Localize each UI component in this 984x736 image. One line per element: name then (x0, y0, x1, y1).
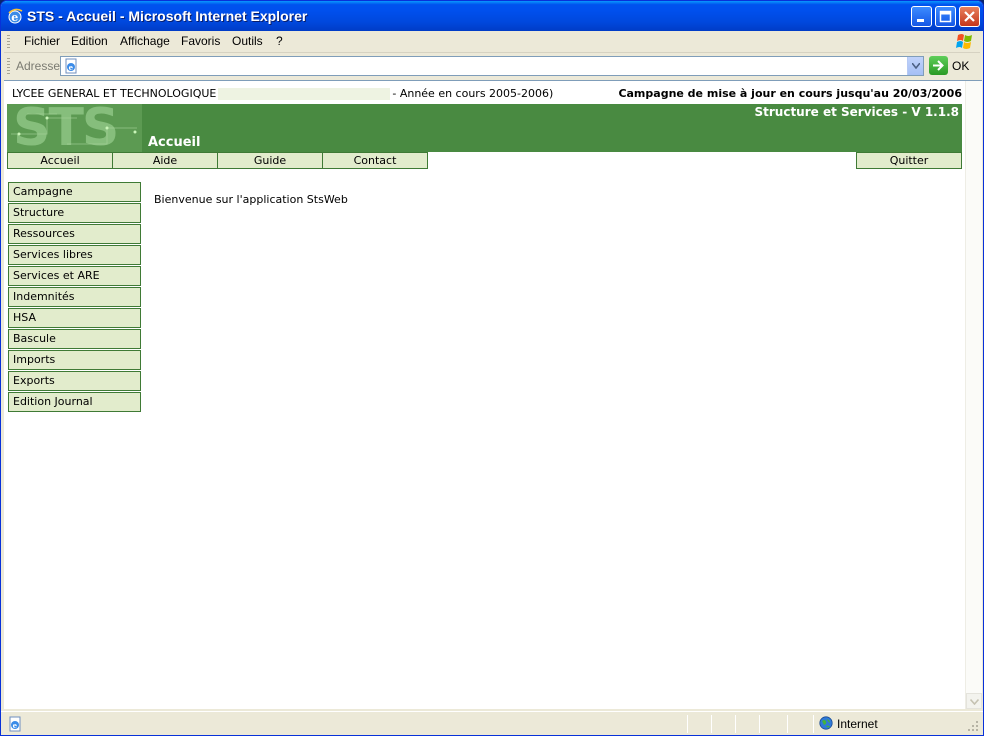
svg-text:e: e (13, 721, 18, 730)
side-menu-imports[interactable]: Imports (8, 350, 141, 370)
windows-logo-icon (956, 34, 972, 49)
menu-bar: Fichier Edition Affichage Favoris Outils… (4, 31, 980, 53)
minimize-button[interactable] (911, 6, 932, 27)
ie-page-icon: e (9, 716, 21, 732)
security-zone-label: Internet (837, 717, 878, 731)
chevron-down-icon (970, 699, 979, 705)
side-menu-services-libres[interactable]: Services libres (8, 245, 141, 265)
internet-explorer-icon: e (8, 8, 23, 24)
status-bar: e Internet (1, 711, 983, 735)
maximize-icon (939, 10, 952, 23)
side-menu-bascule[interactable]: Bascule (8, 329, 141, 349)
go-arrow-icon (929, 56, 948, 75)
status-separator (813, 715, 814, 733)
menu-affichage[interactable]: Affichage (120, 34, 170, 48)
address-bar: Adresse e OK (4, 54, 980, 78)
menu-fichier[interactable]: Fichier (24, 34, 60, 48)
address-input[interactable] (83, 58, 903, 74)
menu-help[interactable]: ? (276, 34, 283, 48)
web-page: LYCEE GENERAL ET TECHNOLOGIQUE - Année en… (4, 81, 964, 709)
redacted-school-name (218, 88, 391, 100)
welcome-message: Bienvenue sur l'application StsWeb (154, 193, 348, 206)
close-button[interactable] (959, 6, 980, 27)
window-title: STS - Accueil - Microsoft Internet Explo… (27, 8, 308, 24)
app-banner: STS Structure et Services - V 1.1.8 Accu… (7, 104, 962, 152)
app-subtitle: Structure et Services - V 1.1.8 (754, 105, 959, 119)
nav-guide-button[interactable]: Guide (217, 152, 323, 169)
maximize-button[interactable] (935, 6, 956, 27)
scroll-down-button[interactable] (966, 693, 982, 709)
nav-contact-button[interactable]: Contact (322, 152, 428, 169)
side-menu-campagne[interactable]: Campagne (8, 182, 141, 202)
side-menu-services-et-are[interactable]: Services et ARE (8, 266, 141, 286)
menu-outils[interactable]: Outils (232, 34, 263, 48)
side-menu: Campagne Structure Ressources Services l… (8, 182, 141, 413)
side-menu-ressources[interactable]: Ressources (8, 224, 141, 244)
nav-quitter-button[interactable]: Quitter (856, 152, 962, 169)
nav-accueil-button[interactable]: Accueil (7, 152, 113, 169)
nav-aide-button[interactable]: Aide (112, 152, 218, 169)
chevron-down-icon (912, 63, 920, 69)
status-separator (687, 715, 688, 733)
address-dropdown-button[interactable] (907, 57, 923, 75)
svg-text:e: e (11, 11, 18, 24)
minimize-icon (917, 19, 924, 22)
page-heading: Accueil (148, 135, 201, 150)
sts-logo: STS (7, 104, 142, 152)
internet-zone-globe-icon (819, 716, 833, 730)
status-separator (759, 715, 760, 733)
svg-text:e: e (69, 63, 74, 72)
side-menu-hsa[interactable]: HSA (8, 308, 141, 328)
side-menu-indemnites[interactable]: Indemnités (8, 287, 141, 307)
browser-window: e STS - Accueil - Microsoft Internet Exp… (0, 0, 984, 736)
close-icon (964, 11, 975, 22)
status-separator (711, 715, 712, 733)
toolbar-grip[interactable] (7, 58, 10, 74)
vertical-scrollbar[interactable] (965, 81, 982, 709)
school-name: LYCEE GENERAL ET TECHNOLOGIQUE (12, 87, 217, 100)
address-label: Adresse (16, 59, 61, 73)
go-button[interactable]: OK (929, 56, 977, 76)
side-menu-exports[interactable]: Exports (8, 371, 141, 391)
school-line: LYCEE GENERAL ET TECHNOLOGIQUE - Année en… (12, 87, 553, 100)
address-field[interactable]: e (60, 56, 924, 76)
resize-grip-icon[interactable] (967, 720, 979, 732)
page-viewport: LYCEE GENERAL ET TECHNOLOGIQUE - Année en… (4, 80, 982, 709)
menu-favoris[interactable]: Favoris (181, 34, 220, 48)
title-bar[interactable]: e STS - Accueil - Microsoft Internet Exp… (1, 1, 983, 31)
side-menu-structure[interactable]: Structure (8, 203, 141, 223)
circuit-pattern-icon (11, 113, 137, 145)
campaign-notice: Campagne de mise à jour en cours jusqu'a… (618, 87, 962, 100)
status-separator (787, 715, 788, 733)
ie-page-icon: e (65, 58, 77, 74)
go-label: OK (952, 59, 970, 73)
side-menu-edition-journal[interactable]: Edition Journal (8, 392, 141, 412)
status-separator (735, 715, 736, 733)
toolbar-grip[interactable] (7, 35, 10, 49)
menu-edition[interactable]: Edition (71, 34, 108, 48)
school-year: - Année en cours 2005-2006) (392, 87, 554, 100)
